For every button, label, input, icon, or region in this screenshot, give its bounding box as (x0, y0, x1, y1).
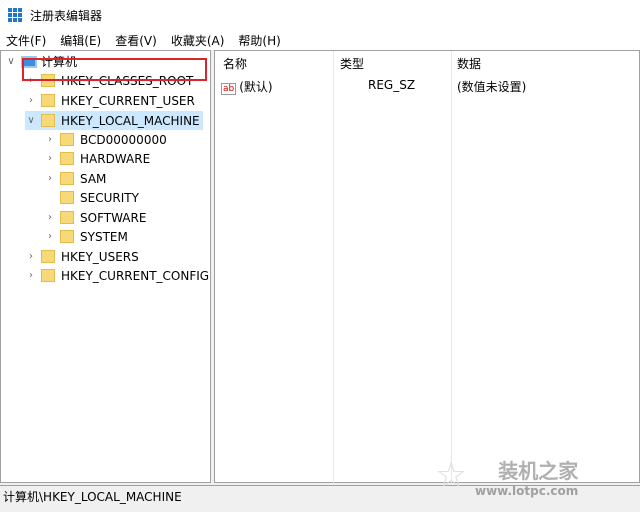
tree-node-system[interactable]: › SYSTEM (44, 227, 128, 246)
node-label: BCD00000000 (80, 132, 167, 147)
folder-icon (60, 191, 74, 204)
menu-edit[interactable]: 编辑(E) (60, 32, 101, 49)
node-label: HKEY_LOCAL_MACHINE (61, 113, 200, 128)
value-data: (数值未设置) (457, 80, 527, 94)
column-header-type[interactable]: 类型 (340, 55, 364, 72)
folder-icon (60, 211, 74, 224)
value-row[interactable]: ab (默认) (221, 78, 273, 95)
column-divider[interactable] (333, 51, 334, 484)
chevron-right-icon[interactable]: › (25, 251, 37, 262)
folder-icon (41, 250, 55, 263)
node-label: HARDWARE (80, 151, 151, 166)
tree-node-security[interactable]: SECURITY (44, 188, 139, 207)
node-label: HKEY_CURRENT_CONFIG (61, 268, 210, 283)
folder-icon (41, 269, 55, 282)
column-header-name[interactable]: 名称 (223, 55, 247, 72)
regedit-icon (8, 8, 22, 22)
folder-icon (60, 172, 74, 185)
tree-node-hku[interactable]: › HKEY_USERS (25, 247, 139, 266)
node-label: SYSTEM (80, 229, 128, 244)
highlight-box (22, 58, 207, 81)
tree-node-hardware[interactable]: › HARDWARE (44, 149, 150, 168)
folder-icon (41, 114, 55, 127)
folder-icon (60, 230, 74, 243)
chevron-right-icon[interactable]: › (44, 153, 56, 164)
chevron-down-icon[interactable]: ∨ (5, 56, 17, 67)
chevron-right-icon[interactable]: › (44, 134, 56, 145)
node-label: HKEY_CURRENT_USER (61, 93, 195, 108)
tree-node-hklm[interactable]: ∨ HKEY_LOCAL_MACHINE (25, 111, 203, 130)
chevron-right-icon[interactable]: › (25, 270, 37, 281)
menu-view[interactable]: 查看(V) (115, 32, 157, 49)
value-type: REG_SZ (368, 78, 416, 92)
tree-node-bcd[interactable]: › BCD00000000 (44, 130, 167, 149)
value-list[interactable]: 名称 类型 数据 ab (默认) REG_SZ (数值未设置) (214, 50, 640, 484)
window-title: 注册表编辑器 (30, 8, 103, 23)
chevron-right-icon[interactable]: › (44, 231, 56, 242)
menu-file[interactable]: 文件(F) (6, 32, 46, 49)
title-bar: 注册表编辑器 (0, 0, 640, 30)
registry-tree[interactable]: ∨ 计算机 › HKEY_CLASSES_ROOT › HKEY_CURRENT_US… (0, 50, 211, 483)
star-logo-icon: ☆ (435, 455, 468, 496)
tree-node-hkcc[interactable]: › HKEY_CURRENT_CONFIG (25, 266, 209, 285)
tree-node-sam[interactable]: › SAM (44, 169, 106, 188)
node-label: SAM (80, 171, 107, 186)
chevron-down-icon[interactable]: ∨ (25, 115, 37, 126)
watermark-url: www.lotpc.com (475, 484, 579, 498)
node-label: SECURITY (80, 190, 139, 205)
chevron-right-icon[interactable]: › (44, 212, 56, 223)
tree-node-hkcu[interactable]: › HKEY_CURRENT_USER (25, 91, 195, 110)
column-divider[interactable] (451, 51, 452, 484)
chevron-right-icon[interactable]: › (44, 173, 56, 184)
string-value-icon: ab (221, 83, 237, 95)
watermark-name: 装机之家 (498, 459, 579, 483)
value-name: (默认) (239, 80, 273, 94)
node-label: HKEY_USERS (61, 249, 139, 264)
menu-bar: 文件(F) 编辑(E) 查看(V) 收藏夹(A) 帮助(H) (0, 30, 640, 50)
column-header-data[interactable]: 数据 (457, 55, 481, 72)
tree-node-software[interactable]: › SOFTWARE (44, 208, 146, 227)
watermark: ☆ 装机之家 www.lotpc.com (435, 455, 579, 498)
folder-icon (41, 94, 55, 107)
chevron-right-icon[interactable]: › (25, 95, 37, 106)
node-label: SOFTWARE (80, 210, 147, 225)
menu-favorites[interactable]: 收藏夹(A) (171, 32, 225, 49)
menu-help[interactable]: 帮助(H) (238, 32, 280, 49)
folder-icon (60, 152, 74, 165)
folder-icon (60, 133, 74, 146)
